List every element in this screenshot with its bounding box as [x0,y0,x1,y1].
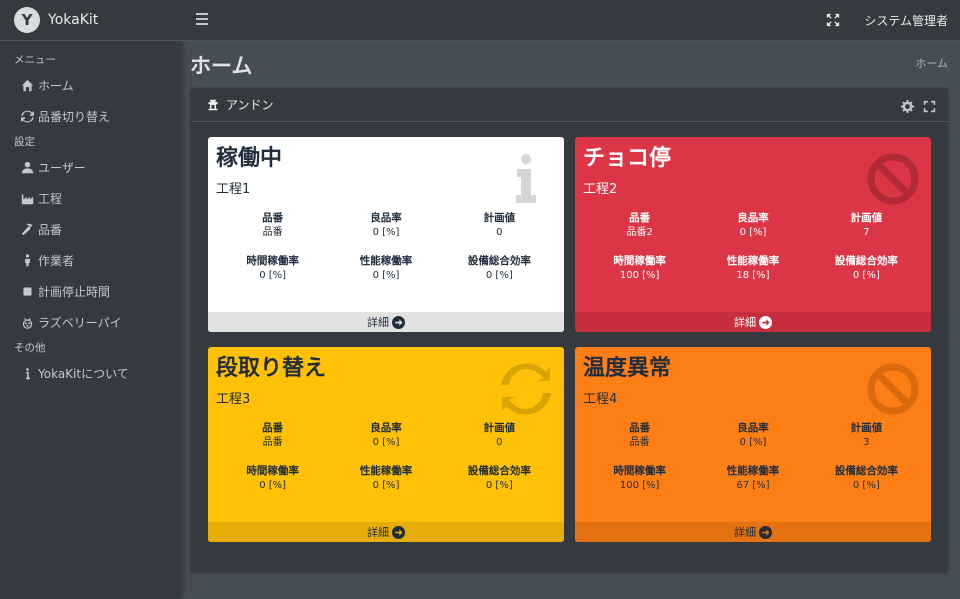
info-icon [498,151,554,207]
worker-icon [18,254,36,267]
status-box-process3: 段取り替え 工程3 品番 品番 良品率 0 [%] 計画値 0 時間稼働率 0 [%] … [208,347,564,542]
breadcrumb[interactable]: ホーム [915,55,948,71]
details-link[interactable]: 詳細 [208,312,564,332]
metric-plan: 計画値 0 [483,212,516,238]
metrics-grid: 品番 品番 良品率 0 [%] 計画値 0 時間稼働率 0 [%] 性能稼働率 0 [%]… [216,211,556,283]
brand-logo: Y [14,7,40,33]
metric-product: 品番 品番 [262,212,284,238]
nav-header-menu: メニュー [14,54,56,66]
top-navbar: システム管理者 [180,0,960,41]
metric-yield: 良品率 0 [%] [370,212,402,238]
sidebar-item-users[interactable]: ユーザー [0,152,180,183]
sidebar-item-label: ホーム [38,79,74,93]
metric-oee: 設備総合効率 0 [%] [467,255,531,281]
sync-icon [18,110,36,123]
metric-performance: 性能稼働率 0 [%] [359,255,413,281]
card-tools [901,98,936,117]
sidebar-item-label: YokaKitについて [38,367,129,381]
stop-icon [18,285,36,298]
metric-performance: 性能稼働率 0 [%] [359,465,413,491]
metrics-grid: 品番 品番2 良品率 0 [%] 計画値 7 時間稼働率 100 [%] 性能稼働率 18… [583,211,923,283]
arrow-circle-right-icon [759,525,772,539]
details-link[interactable]: 詳細 [575,312,931,332]
nav-header-other: その他 [14,342,46,354]
sidebar-item-process[interactable]: 工程 [0,183,180,214]
metric-plan: 計画値 3 [850,422,883,448]
metric-plan: 計画値 0 [483,422,516,448]
card-header: アンドン [191,88,948,122]
sidebar-item-label: 作業者 [38,254,75,268]
sidebar-item-label: ユーザー [38,161,86,175]
metric-plan: 計画値 7 [850,212,883,238]
arrow-circle-right-icon [392,525,405,539]
industry-icon [18,192,36,205]
andon-icon [208,99,218,110]
brand-name: YokaKit [48,12,99,28]
hamburger-icon[interactable] [196,13,208,25]
card-title-text: アンドン [226,98,274,112]
sidebar-item-planned-stop[interactable]: 計画停止時間 [0,276,180,307]
andon-card: アンドン 稼働中 工程1 品番 品番 良品率 0 [%] 計画値 0 時間稼働率 0 [… [191,88,948,572]
metric-product: 品番 品番 [262,422,284,448]
metric-oee: 設備総合効率 0 [%] [467,465,531,491]
metrics-grid: 品番 品番 良品率 0 [%] 計画値 3 時間稼働率 100 [%] 性能稼働率 67 … [583,421,923,493]
sidebar-item-label: 品番切り替え [38,110,111,124]
gear-icon[interactable] [901,98,914,117]
metric-oee: 設備総合効率 0 [%] [834,255,898,281]
sidebar-item-about[interactable]: YokaKitについて [0,358,180,389]
sidebar-item-label: 工程 [38,192,63,206]
hammer-icon [18,223,36,236]
fullscreen-icon[interactable] [923,98,936,117]
arrow-circle-right-icon [759,315,772,329]
metric-availability: 時間稼働率 100 [%] [613,255,666,281]
sync-icon [498,361,554,417]
metric-oee: 設備総合効率 0 [%] [834,465,898,491]
expand-icon[interactable] [826,12,840,27]
sidebar-item-product-switch[interactable]: 品番切り替え [0,101,180,132]
sidebar-item-raspberry-pi[interactable]: ラズベリーパイ [0,307,180,338]
metric-product: 品番 品番 [629,422,651,448]
sidebar-item-home[interactable]: ホーム [0,70,180,101]
metric-availability: 時間稼働率 100 [%] [613,465,666,491]
page-title: ホーム [190,54,253,78]
sidebar-nav: メニュー ホーム 品番切り替え 設定 ユーザー 工程 品番 作業者 計画停止時間… [0,41,180,389]
metric-yield: 良品率 0 [%] [737,212,769,238]
status-box-process2: チョコ停 工程2 品番 品番2 良品率 0 [%] 計画値 7 時間稼働率 100 [%… [575,137,931,332]
nav-header-settings: 設定 [14,136,35,148]
details-link[interactable]: 詳細 [208,522,564,542]
info-icon [18,367,36,380]
sidebar-item-workers[interactable]: 作業者 [0,245,180,276]
metric-yield: 良品率 0 [%] [370,422,402,448]
status-box-process4: 温度異常 工程4 品番 品番 良品率 0 [%] 計画値 3 時間稼働率 100 [%]… [575,347,931,542]
metric-performance: 性能稼働率 67 [%] [726,465,780,491]
ban-icon [865,361,921,417]
metric-performance: 性能稼働率 18 [%] [726,255,780,281]
metric-yield: 良品率 0 [%] [737,422,769,448]
home-icon [18,79,36,92]
metric-availability: 時間稼働率 0 [%] [246,255,299,281]
ban-icon [865,151,921,207]
status-box-process1: 稼働中 工程1 品番 品番 良品率 0 [%] 計画値 0 時間稼働率 0 [%] 性能… [208,137,564,332]
metrics-grid: 品番 品番 良品率 0 [%] 計画値 0 時間稼働率 0 [%] 性能稼働率 0 [%]… [216,421,556,493]
raspberry-icon [18,316,36,329]
sidebar-item-label: ラズベリーパイ [38,316,122,330]
metric-product: 品番 品番2 [626,212,653,238]
details-link[interactable]: 詳細 [575,522,931,542]
metric-availability: 時間稼働率 0 [%] [246,465,299,491]
brand-link[interactable]: Y YokaKit [0,0,180,41]
sidebar-item-product[interactable]: 品番 [0,214,180,245]
arrow-circle-right-icon [392,315,405,329]
sidebar-item-label: 品番 [38,223,63,237]
user-menu[interactable]: システム管理者 [864,12,948,29]
sidebar: Y YokaKit メニュー ホーム 品番切り替え 設定 ユーザー 工程 品番 … [0,0,180,599]
card-title: アンドン [207,96,274,113]
sidebar-item-label: 計画停止時間 [38,285,111,299]
user-icon [18,161,36,174]
